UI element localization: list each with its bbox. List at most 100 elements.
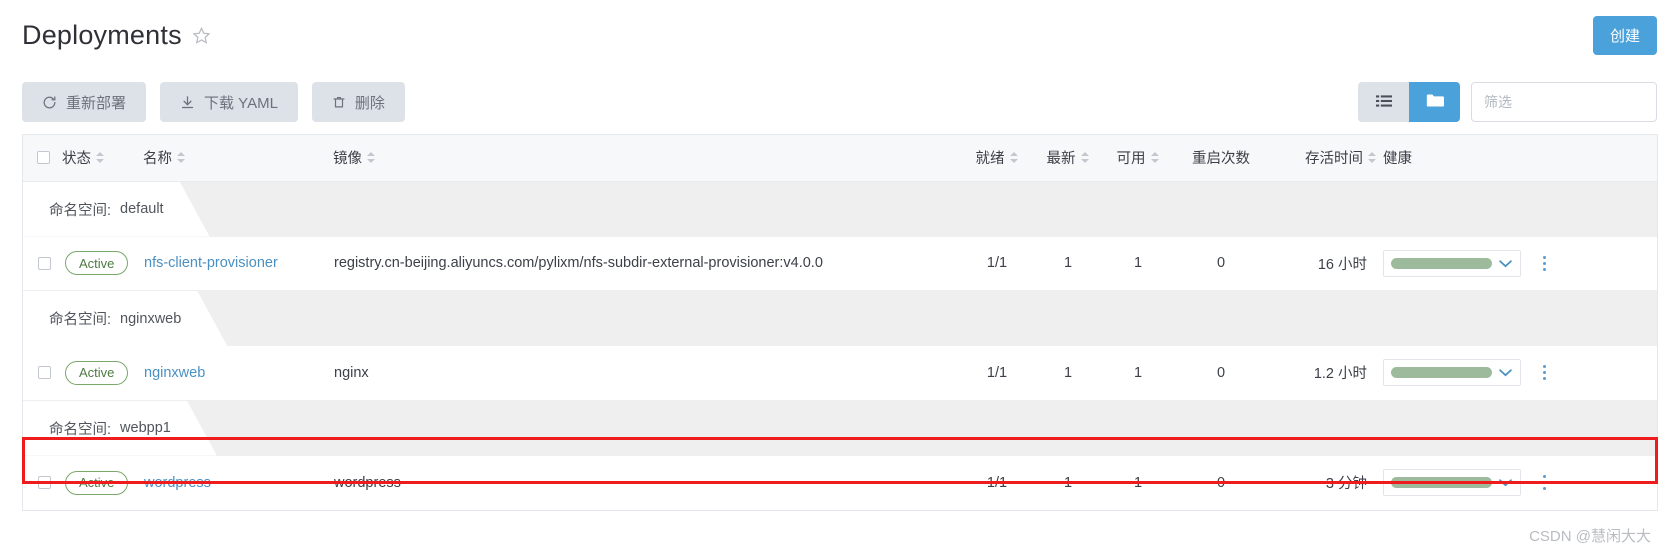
status-badge: Active — [65, 251, 129, 276]
refresh-icon — [42, 95, 57, 110]
chevron-down-icon — [1498, 259, 1513, 268]
column-ready-label: 就绪 — [975, 151, 1005, 168]
column-status[interactable]: 状态 — [23, 135, 143, 182]
star-outline-icon[interactable] — [192, 26, 211, 45]
ready-value: 1/1 — [986, 364, 1008, 381]
deployment-name-link[interactable]: nfs-client-provisioner — [144, 255, 278, 271]
delete-button[interactable]: 删除 — [311, 82, 405, 122]
restarts-value: 0 — [1216, 255, 1226, 272]
redeploy-button[interactable]: 重新部署 — [22, 82, 147, 122]
table-body: 命名空间: default Active nfs-client-provisio — [23, 181, 1657, 510]
column-image[interactable]: 镜像 — [333, 135, 961, 182]
bulk-action-buttons: 重新部署 下载 YAML 删除 — [22, 82, 405, 122]
folder-group-view-icon — [1426, 93, 1444, 111]
trash-icon — [332, 95, 346, 110]
restarts-value: 0 — [1216, 364, 1226, 381]
page-title: Deployments — [22, 20, 182, 50]
column-image-label: 镜像 — [333, 151, 362, 168]
download-yaml-label: 下载 YAML — [204, 94, 278, 112]
sort-icon — [96, 151, 105, 164]
sort-icon — [1368, 151, 1377, 164]
health-bar — [1391, 257, 1492, 269]
column-health: 健康 — [1377, 135, 1657, 182]
deployments-table: 状态 名称 镜像 就绪 最新 可用 重启次数 存活时间 健康 命名空间: def… — [22, 134, 1658, 511]
delete-label: 删除 — [354, 94, 385, 112]
column-restarts: 重启次数 — [1173, 135, 1269, 182]
up-to-date-value: 1 — [1063, 474, 1073, 491]
restarts-value: 0 — [1216, 474, 1226, 491]
page-header: Deployments 创建 — [0, 0, 1679, 78]
image-value: wordpress — [334, 474, 401, 491]
column-age[interactable]: 存活时间 — [1269, 135, 1377, 182]
column-name-label: 名称 — [143, 151, 172, 168]
create-button[interactable]: 创建 — [1592, 16, 1657, 55]
status-badge: Active — [65, 360, 129, 385]
column-available[interactable]: 可用 — [1103, 135, 1173, 182]
table-row[interactable]: Active wordpress wordpress 1/1 1 1 0 3 分… — [23, 455, 1657, 510]
row-checkbox[interactable] — [38, 366, 51, 380]
toolbar: 重新部署 下载 YAML 删除 — [0, 78, 1679, 134]
image-value: nginx — [334, 364, 369, 381]
chevron-down-icon — [1498, 368, 1513, 377]
column-restarts-label: 重启次数 — [1192, 151, 1250, 168]
column-ready[interactable]: 就绪 — [961, 135, 1033, 182]
namespace-prefix-label: 命名空间: — [49, 202, 112, 219]
health-bar — [1391, 367, 1492, 379]
watermark: CSDN @慧闲大大 — [1529, 528, 1651, 545]
row-actions-menu-icon[interactable] — [1533, 475, 1555, 490]
namespace-group-row: 命名空间: webpp1 — [23, 400, 1657, 456]
health-bar — [1391, 477, 1492, 488]
list-view-icon — [1375, 94, 1392, 111]
sort-icon — [1150, 151, 1160, 164]
namespace-group-row: 命名空间: default — [23, 181, 1657, 237]
filter-input[interactable] — [1471, 82, 1657, 122]
sort-icon — [1009, 151, 1019, 164]
table-row[interactable]: Active nginxweb nginx 1/1 1 1 0 1.2 小时 — [23, 346, 1657, 401]
age-value: 3 分钟 — [1325, 476, 1367, 492]
up-to-date-value: 1 — [1063, 364, 1073, 381]
ready-value: 1/1 — [986, 474, 1008, 491]
column-health-label: 健康 — [1383, 151, 1412, 168]
namespace-prefix-label: 命名空间: — [49, 312, 112, 328]
namespace-tab: 命名空间: default — [23, 182, 210, 237]
namespace-group-row: 命名空间: nginxweb — [23, 290, 1657, 346]
page-title-group: Deployments — [22, 20, 211, 51]
row-checkbox[interactable] — [38, 476, 51, 489]
column-name[interactable]: 名称 — [143, 135, 333, 182]
sort-icon — [177, 151, 186, 164]
namespace-value: nginxweb — [120, 310, 182, 327]
row-actions-menu-icon[interactable] — [1533, 365, 1555, 381]
sort-icon — [1080, 151, 1090, 164]
up-to-date-value: 1 — [1063, 255, 1073, 272]
table-row[interactable]: Active nfs-client-provisioner registry.c… — [23, 236, 1657, 291]
health-dropdown[interactable] — [1383, 359, 1521, 387]
available-value: 1 — [1133, 474, 1143, 491]
row-actions-menu-icon[interactable] — [1533, 255, 1555, 271]
ready-value: 1/1 — [986, 255, 1008, 272]
download-icon — [180, 95, 195, 110]
age-value: 1.2 小时 — [1313, 366, 1367, 383]
chevron-down-icon — [1498, 478, 1513, 487]
view-toggle-group — [1358, 82, 1460, 122]
health-dropdown[interactable] — [1383, 249, 1521, 277]
namespace-tab: 命名空间: webpp1 — [23, 401, 217, 456]
select-all-checkbox[interactable] — [37, 151, 50, 165]
group-view-button[interactable] — [1409, 82, 1460, 122]
list-view-button[interactable] — [1358, 82, 1409, 122]
available-value: 1 — [1133, 255, 1143, 272]
age-value: 16 小时 — [1317, 256, 1367, 273]
deployment-name-link[interactable]: wordpress — [144, 475, 211, 491]
deployment-name-link[interactable]: nginxweb — [144, 365, 205, 381]
namespace-value: default — [120, 201, 164, 217]
sort-icon — [367, 151, 376, 164]
namespace-value: webpp1 — [120, 420, 171, 436]
column-up-to-date[interactable]: 最新 — [1033, 135, 1103, 182]
health-dropdown[interactable] — [1383, 469, 1521, 496]
status-badge: Active — [65, 470, 129, 495]
available-value: 1 — [1133, 364, 1143, 381]
redeploy-label: 重新部署 — [66, 94, 127, 112]
column-age-label: 存活时间 — [1305, 151, 1363, 168]
row-checkbox[interactable] — [38, 256, 51, 270]
download-yaml-button[interactable]: 下载 YAML — [160, 82, 298, 122]
column-up-to-date-label: 最新 — [1046, 151, 1076, 168]
